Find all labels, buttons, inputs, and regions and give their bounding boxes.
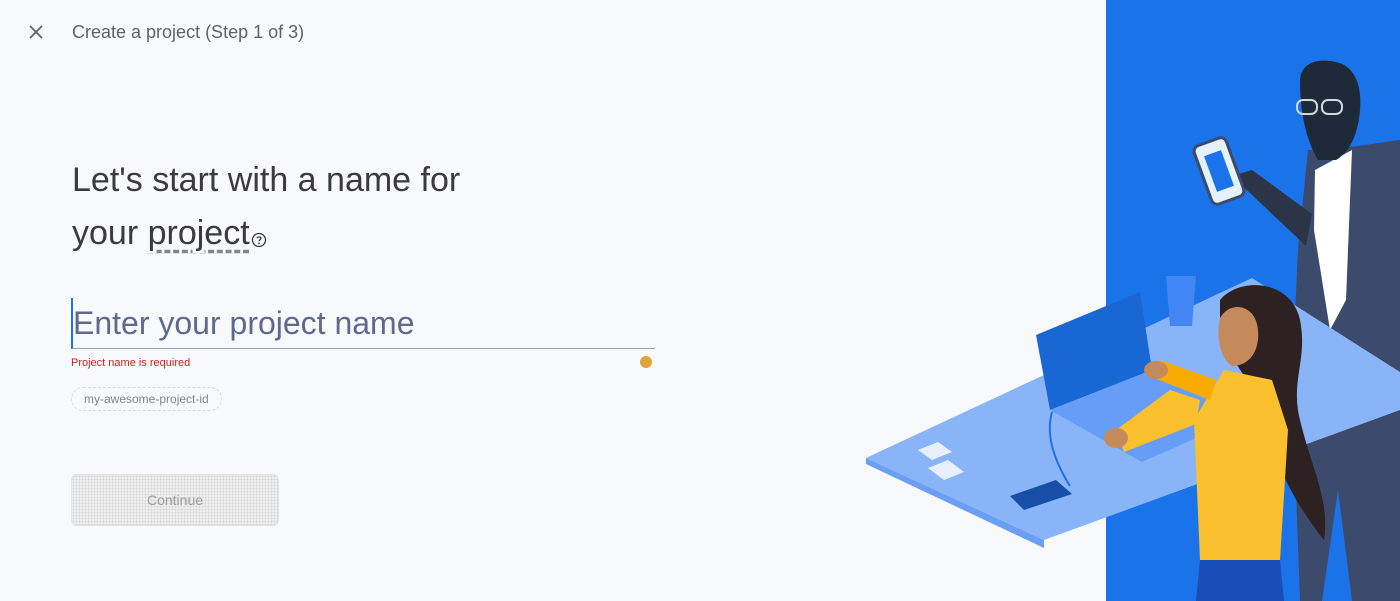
project-id-chip[interactable]: my-awesome-project-id (71, 387, 222, 411)
illustration (866, 0, 1400, 601)
close-button[interactable] (22, 18, 50, 46)
headline: Let's start with a name for your project (72, 154, 632, 264)
project-name-input[interactable] (71, 298, 655, 349)
close-icon (29, 25, 43, 39)
project-term-link[interactable]: project (148, 214, 250, 252)
error-icon (640, 356, 652, 368)
illustration-woman-jeans (1196, 560, 1284, 601)
page-title: Create a project (Step 1 of 3) (72, 22, 305, 42)
illustration-cup (1166, 276, 1196, 326)
error-message: Project name is required (71, 357, 191, 369)
headline-prefix: your (72, 214, 139, 252)
help-circle-icon[interactable] (251, 211, 267, 264)
headline-line-1: Let's start with a name for (72, 161, 461, 199)
headline-line-2: your project (72, 207, 632, 264)
continue-button[interactable]: Continue (71, 474, 279, 526)
